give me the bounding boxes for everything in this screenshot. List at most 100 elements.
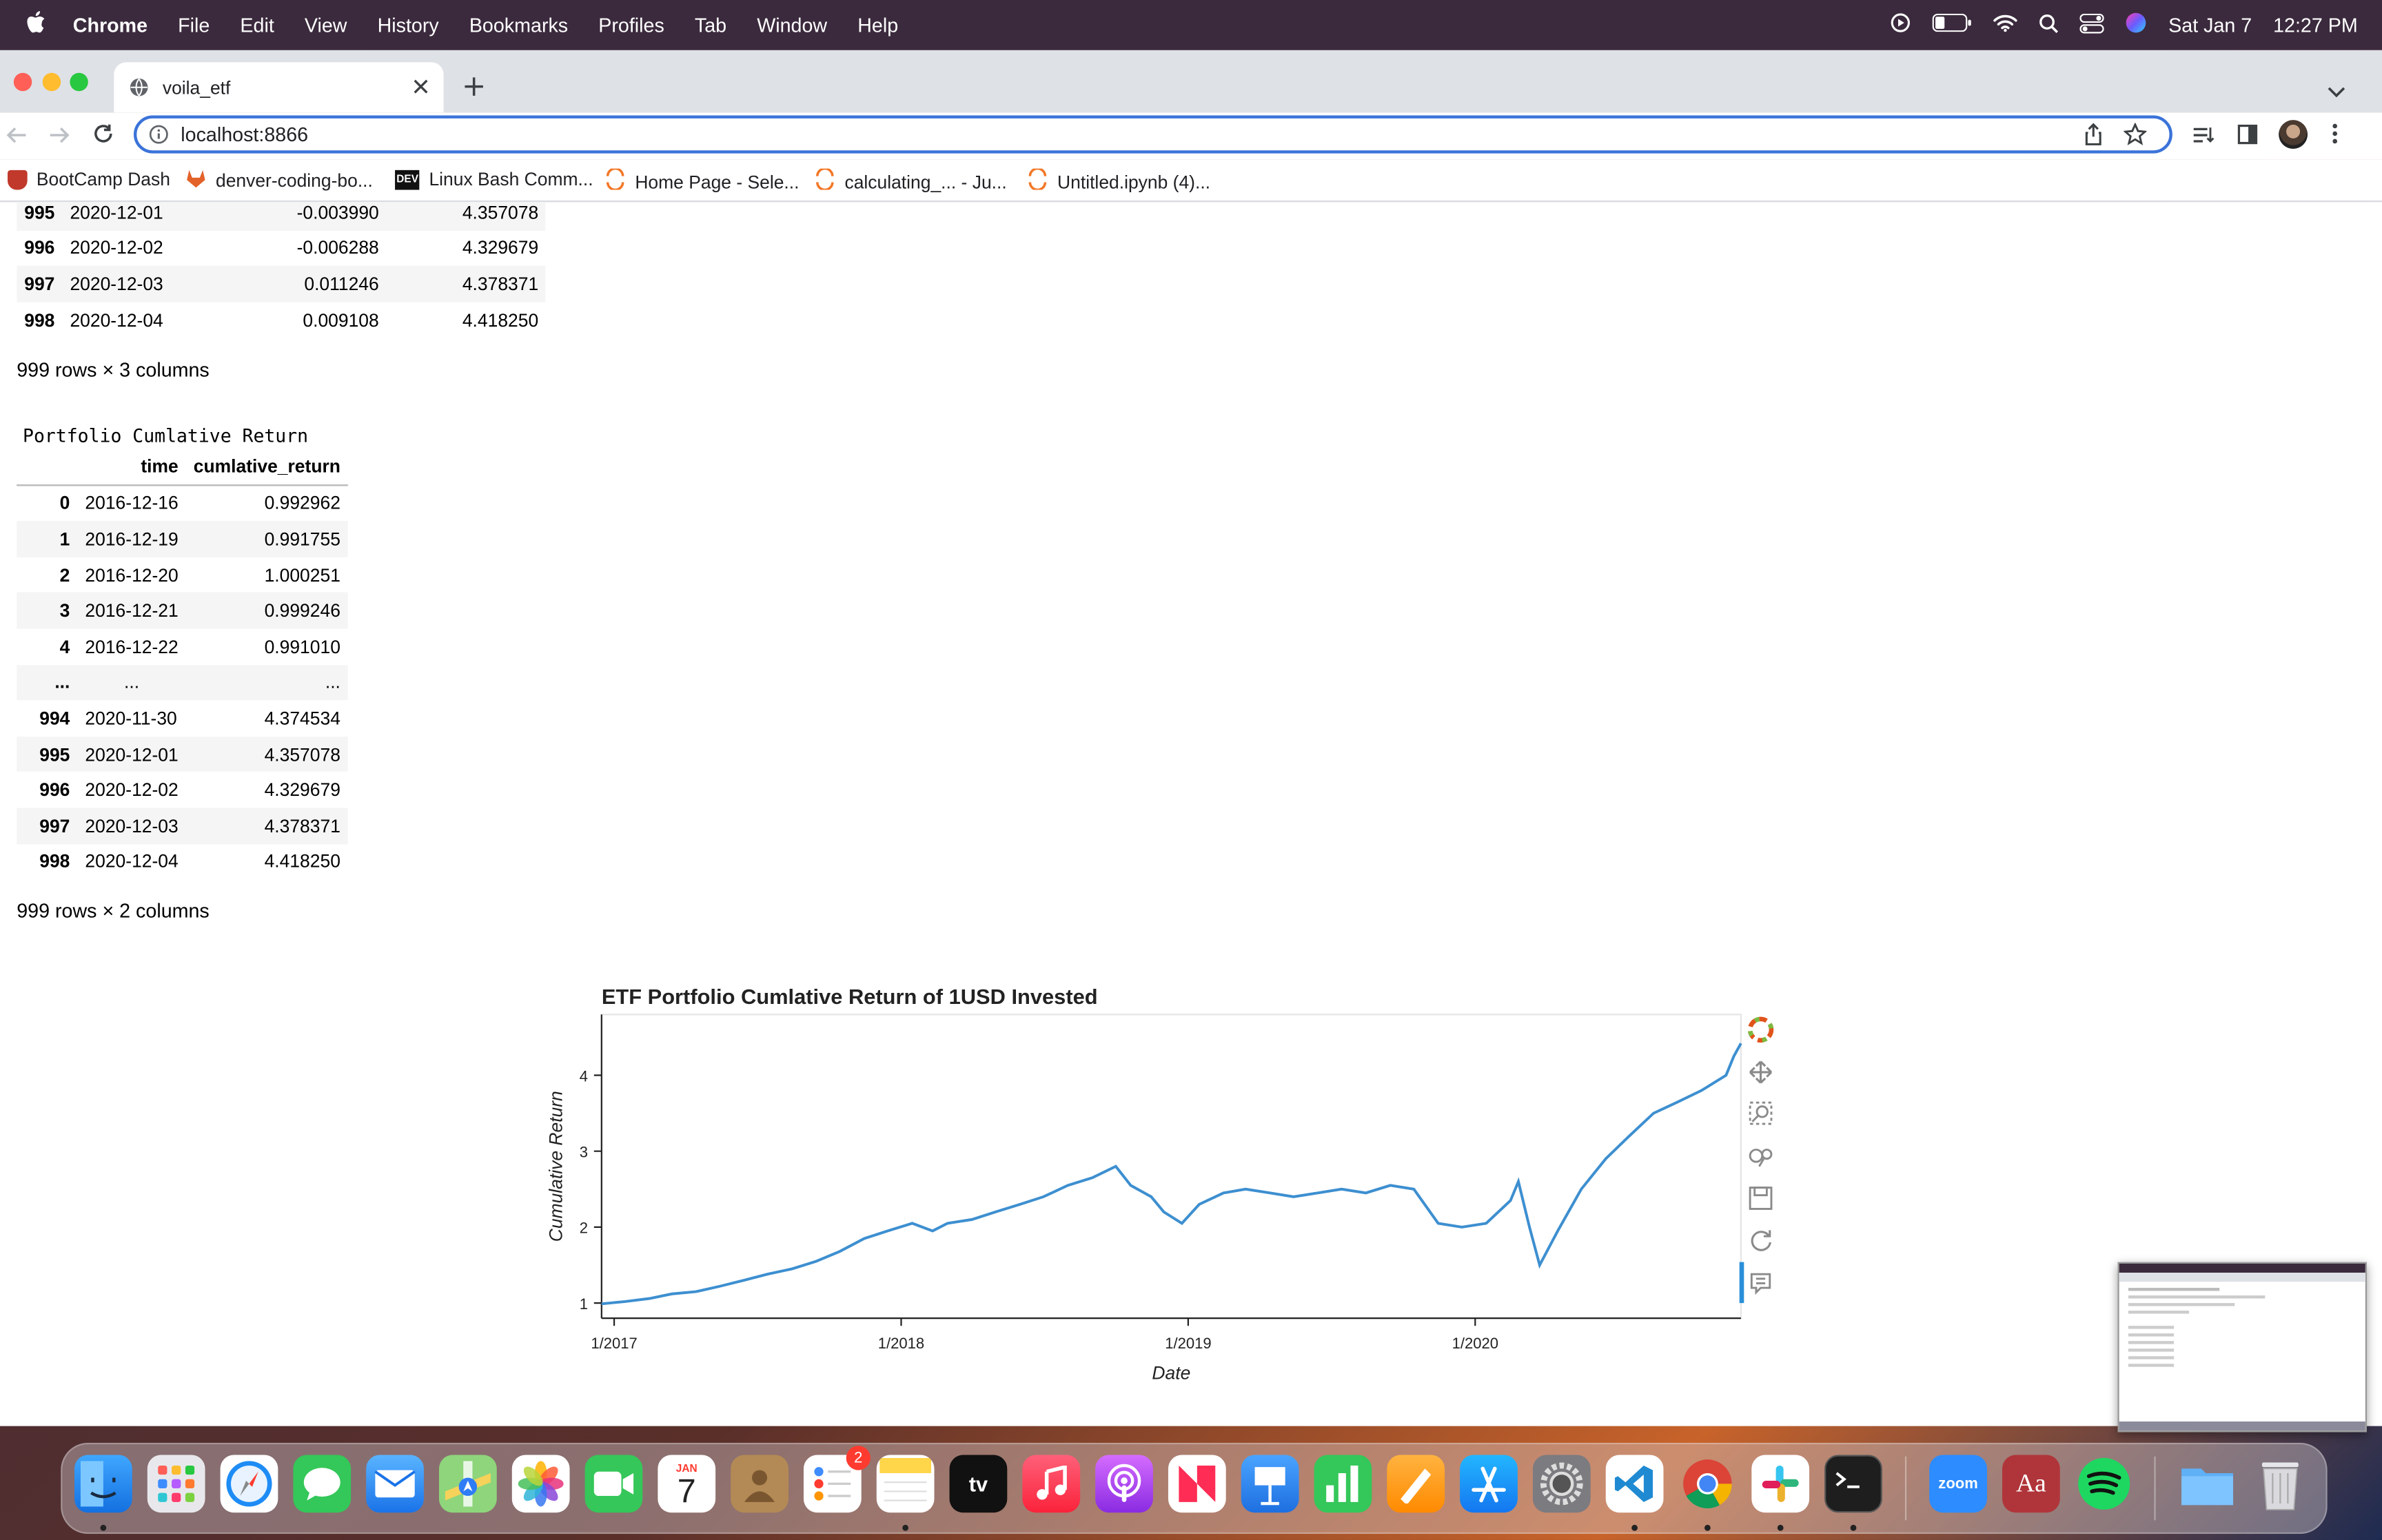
x-axis-label: Date [1152,1362,1190,1383]
window-zoom-button[interactable] [70,72,88,92]
reload-icon[interactable] [92,123,114,152]
reading-list-icon[interactable] [2192,125,2215,152]
launchpad-app-icon[interactable] [147,1455,205,1513]
menubar-date[interactable]: Sat Jan 7 [2168,14,2252,37]
messages-app-icon[interactable] [293,1455,352,1513]
bookmark-item[interactable]: BootCamp Dash [8,169,170,190]
forward-icon[interactable] [49,125,70,152]
system-preferences-app-icon[interactable] [1532,1455,1591,1513]
chrome-app-icon[interactable] [1679,1455,1737,1513]
address-bar[interactable]: localhost:8866 [133,115,2172,154]
vscode-app-icon[interactable] [1605,1455,1664,1513]
notes-app-icon[interactable] [876,1455,935,1513]
running-indicator [1704,1524,1711,1531]
bokeh-logo-icon[interactable] [1747,1016,1774,1043]
cell-value: 4.378371 [264,815,340,836]
share-icon[interactable] [2084,123,2102,154]
back-icon[interactable] [6,125,28,152]
bookmark-star-icon[interactable] [2123,122,2148,154]
table-2-shape: 999 rows × 2 columns [17,899,210,922]
hover-tool-icon[interactable] [1750,1273,1771,1295]
trash-icon[interactable] [2251,1455,2309,1513]
downloads-folder-icon[interactable] [2179,1455,2237,1513]
side-panel-icon[interactable] [2237,124,2258,152]
bookmark-item[interactable]: Untitled.ipynb (4)... [1027,167,1211,194]
cell-time: 2016-12-22 [85,636,179,657]
menu-window[interactable]: Window [757,14,827,37]
pages-app-icon[interactable] [1387,1455,1445,1513]
apple-menu-icon[interactable] [26,10,47,39]
spotlight-search-icon[interactable] [2039,13,2059,37]
tab-search-chevron-icon[interactable] [2328,79,2345,107]
running-indicator [1850,1524,1857,1531]
mail-app-icon[interactable] [366,1455,424,1513]
news-app-icon[interactable] [1168,1455,1226,1513]
calendar-app-icon[interactable]: JAN 7 [658,1455,716,1513]
cell-value: 4.378371 [462,273,539,295]
contacts-app-icon[interactable] [731,1455,788,1513]
wifi-icon[interactable] [1994,14,2018,37]
url-text[interactable]: localhost:8866 [181,123,308,146]
menu-bookmarks[interactable]: Bookmarks [469,14,568,37]
window-minimize-button[interactable] [42,72,61,92]
siri-icon[interactable] [2126,12,2147,38]
keynote-app-icon[interactable] [1241,1455,1299,1513]
profile-avatar[interactable] [2279,120,2308,150]
row-index: ... [54,672,70,693]
cell-value: 0.999246 [264,599,340,622]
control-center-icon[interactable] [2080,12,2105,37]
jupyter-icon [1027,167,1048,194]
bookmark-item[interactable]: DEV Linux Bash Comm... [395,169,593,190]
menu-edit[interactable]: Edit [240,14,274,37]
row-index: 996 [39,779,70,801]
tv-app-icon[interactable]: tv [949,1455,1008,1513]
battery-icon[interactable] [1933,13,1973,37]
bookmark-item[interactable]: calculating_... - Ju... [814,167,1007,194]
chrome-menu-icon[interactable] [2332,123,2338,152]
site-info-icon[interactable] [149,125,169,152]
wheel-zoom-tool-icon[interactable] [1749,1149,1773,1167]
calendar-day: 7 [677,1470,696,1509]
menu-file[interactable]: File [178,14,210,37]
screen: Chrome File Edit View History Bookmarks … [0,0,2382,1540]
photos-app-icon[interactable] [511,1455,570,1513]
spotify-app-icon[interactable] [2075,1455,2133,1513]
browser-tab[interactable]: voila_etf [114,62,444,113]
zoom-app-icon[interactable]: zoom [1929,1455,1987,1513]
podcasts-app-icon[interactable] [1095,1455,1153,1513]
row-index: 2 [59,564,70,586]
tab-close-icon[interactable] [411,77,429,100]
pan-tool-icon[interactable] [1749,1060,1773,1084]
window-close-button[interactable] [13,72,32,92]
menu-view[interactable]: View [305,14,347,37]
screenshot-thumbnail[interactable] [2117,1262,2367,1433]
save-tool-icon[interactable] [1749,1187,1773,1210]
app-store-app-icon[interactable] [1460,1455,1518,1513]
music-app-icon[interactable] [1022,1455,1081,1513]
cell-time: 2016-12-19 [85,528,179,550]
maps-app-icon[interactable] [438,1455,497,1513]
menu-app-name[interactable]: Chrome [73,14,147,37]
menu-help[interactable]: Help [857,14,898,37]
menubar-time[interactable]: 12:27 PM [2273,14,2358,37]
dock-divider [1904,1456,1907,1521]
reset-tool-icon[interactable] [1751,1230,1771,1251]
slack-app-icon[interactable] [1751,1455,1810,1513]
new-tab-icon[interactable] [463,76,485,105]
menu-history[interactable]: History [378,14,439,37]
dictionary-app-icon[interactable]: Aa [2002,1455,2060,1513]
menu-tab[interactable]: Tab [695,14,726,37]
bookmark-label: Untitled.ipynb (4)... [1057,170,1211,192]
reminders-app-icon[interactable]: 2 [803,1446,871,1513]
box-zoom-tool-icon[interactable] [1749,1101,1773,1125]
bookmark-item[interactable]: Home Page - Sele... [604,167,799,194]
finder-app-icon[interactable] [74,1455,132,1513]
terminal-app-icon[interactable] [1824,1455,1882,1513]
row-index: 998 [39,851,70,872]
screen-record-icon[interactable] [1891,12,1912,38]
facetime-app-icon[interactable] [584,1455,643,1513]
menu-profiles[interactable]: Profiles [598,14,664,37]
bookmark-item[interactable]: denver-coding-bo... [185,169,373,193]
safari-app-icon[interactable] [220,1455,278,1513]
numbers-app-icon[interactable] [1314,1455,1372,1513]
